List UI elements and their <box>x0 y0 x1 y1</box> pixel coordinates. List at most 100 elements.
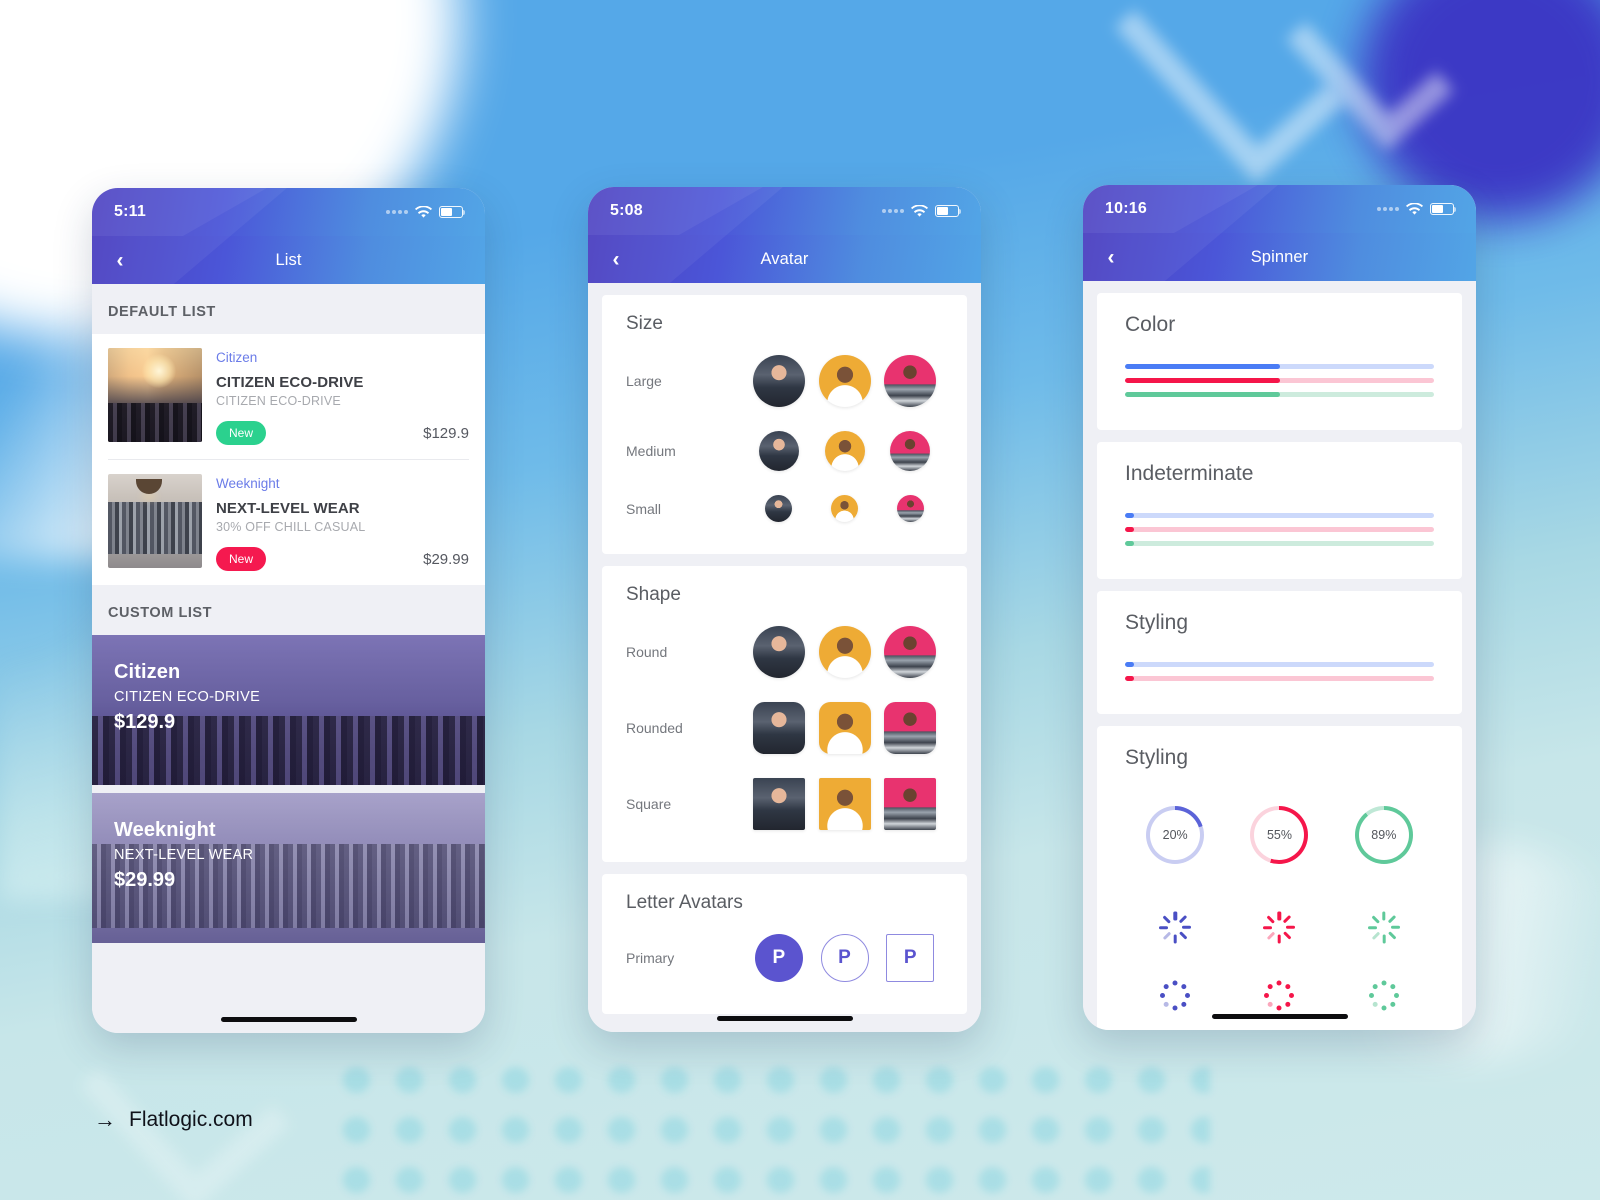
avatar[interactable] <box>765 495 793 522</box>
card-title: Color <box>1125 313 1176 336</box>
avatar[interactable] <box>884 778 937 830</box>
spinner-segment <box>1277 911 1282 921</box>
list-item-subtitle: CITIZEN ECO-DRIVE <box>216 394 341 408</box>
spinner-segment <box>1185 993 1191 998</box>
card-title: Shape <box>626 584 681 605</box>
phone-list-screen: 5:11 ‹ List DEFAULT LIST Citizen CITIZEN… <box>92 188 485 1033</box>
avatar[interactable] <box>831 495 858 522</box>
spinner-segment <box>1371 1000 1379 1008</box>
battery-icon <box>935 205 962 217</box>
spinner-segment <box>1368 993 1374 998</box>
avatar[interactable] <box>752 778 805 830</box>
wifi-icon <box>1406 202 1423 215</box>
spinner-screen-content[interactable]: Color Indeterminate Styling Styling 20% … <box>1083 281 1476 1030</box>
spinner-segment <box>1367 925 1377 930</box>
spinner-segment <box>1284 1000 1292 1008</box>
nav-bar: ‹ Avatar <box>588 187 981 283</box>
avatar[interactable] <box>818 626 871 678</box>
avatar[interactable] <box>890 431 931 471</box>
list-item[interactable]: Weeknight NEXT-LEVEL WEAR 30% OFF CHILL … <box>92 460 485 585</box>
spinner-segment <box>1389 1000 1397 1008</box>
spinner-segment <box>1267 1000 1275 1008</box>
avatar-screen-content[interactable]: Size Large Medium Small Shape Round Roun… <box>588 283 981 1032</box>
avatar[interactable] <box>818 778 871 830</box>
letter-avatar-outline[interactable]: P <box>820 934 869 982</box>
back-button[interactable]: ‹ <box>602 245 630 273</box>
avatar[interactable] <box>752 626 805 678</box>
signal-dots-icon <box>1377 207 1399 211</box>
status-indicators <box>386 205 466 219</box>
list-screen-content[interactable]: DEFAULT LIST Citizen CITIZEN ECO-DRIVE C… <box>92 284 485 1033</box>
progress-bar-blue-indeterminate <box>1125 513 1434 518</box>
banner-card[interactable]: Citizen CITIZEN ECO-DRIVE $129.9 <box>92 635 485 785</box>
progress-bar-pink-styled <box>1125 676 1434 681</box>
spinner-segment <box>1162 983 1170 991</box>
spinner-segment <box>1172 980 1178 986</box>
list-item[interactable]: Citizen CITIZEN ECO-DRIVE CITIZEN ECO-DR… <box>92 334 485 459</box>
avatar[interactable] <box>752 702 805 754</box>
list-item-footer: New $129.9 <box>216 421 469 445</box>
spinner-segment <box>1286 925 1296 930</box>
spinner-segment <box>1393 993 1399 998</box>
banner-text: Citizen CITIZEN ECO-DRIVE $129.9 <box>114 661 260 734</box>
avatar[interactable] <box>884 626 937 678</box>
avatar[interactable] <box>758 431 799 471</box>
progress-ring-label: 20% <box>1162 828 1188 842</box>
list-item-body: Citizen CITIZEN ECO-DRIVE CITIZEN ECO-DR… <box>216 348 469 445</box>
row-label: Medium <box>626 443 676 459</box>
banner-title: Citizen <box>114 661 181 683</box>
spinner-segment <box>1382 934 1386 944</box>
spinner-segment <box>1173 934 1177 944</box>
avatar[interactable] <box>752 355 805 407</box>
banner-price: $29.99 <box>114 869 176 891</box>
avatar[interactable] <box>824 431 865 471</box>
spinner-segment <box>1381 1005 1387 1011</box>
letter-avatar-square[interactable]: P <box>886 934 935 982</box>
progress-ring-green[interactable]: 89% <box>1354 806 1413 864</box>
banner-subtitle: NEXT-LEVEL WEAR <box>114 847 254 863</box>
progress-bar-group <box>1097 662 1462 681</box>
spinner-segment <box>1173 911 1177 921</box>
spinner-segment <box>1283 914 1292 924</box>
avatar[interactable] <box>884 702 937 754</box>
avatar-row-large: Large <box>602 341 967 417</box>
status-badge: New <box>216 547 267 571</box>
spinner-segment <box>1371 983 1379 991</box>
spinner-segment <box>1264 993 1270 998</box>
home-indicator[interactable] <box>716 1016 853 1021</box>
progress-ring-blue[interactable]: 20% <box>1146 806 1205 864</box>
status-time: 5:08 <box>610 202 643 219</box>
status-time: 5:11 <box>114 203 146 220</box>
page-title: Avatar <box>760 249 809 268</box>
home-indicator[interactable] <box>1211 1014 1348 1019</box>
list-item-footer: New $29.99 <box>216 547 469 571</box>
spinner-indeterminate-card: Indeterminate <box>1097 442 1462 579</box>
spinner-segment <box>1289 993 1295 998</box>
spinner-segment <box>1284 983 1292 991</box>
card-title: Indeterminate <box>1125 462 1254 485</box>
avatar[interactable] <box>818 355 871 407</box>
letter-avatar-row: Primary P P P <box>602 920 967 992</box>
back-button[interactable]: ‹ <box>1097 243 1125 271</box>
progress-ring-pink[interactable]: 55% <box>1250 806 1309 864</box>
progress-bar-pink <box>1125 378 1434 383</box>
spinner-segment <box>1387 931 1397 941</box>
spinner-segment <box>1276 980 1282 986</box>
footer-label: Flatlogic.com <box>129 1108 253 1131</box>
avatar-row-medium: Medium <box>602 417 967 481</box>
list-item-brand[interactable]: Weeknight <box>216 476 469 491</box>
spinner-grid <box>1097 870 1462 1020</box>
back-button[interactable]: ‹ <box>106 246 134 274</box>
footer-brand[interactable]: → Flatlogic.com <box>94 1108 253 1132</box>
avatar[interactable] <box>896 495 924 522</box>
banner-card[interactable]: Weeknight NEXT-LEVEL WEAR $29.99 <box>92 793 485 943</box>
progress-bar-green-indeterminate <box>1125 541 1434 546</box>
home-indicator[interactable] <box>220 1017 357 1022</box>
row-label: Square <box>626 796 672 812</box>
list-item-brand[interactable]: Citizen <box>216 350 469 365</box>
spinner-segment <box>1387 914 1397 924</box>
avatar[interactable] <box>818 702 871 754</box>
banner-title: Weeknight <box>114 819 216 841</box>
avatar[interactable] <box>884 355 937 407</box>
letter-avatar-filled[interactable]: P <box>754 934 803 982</box>
